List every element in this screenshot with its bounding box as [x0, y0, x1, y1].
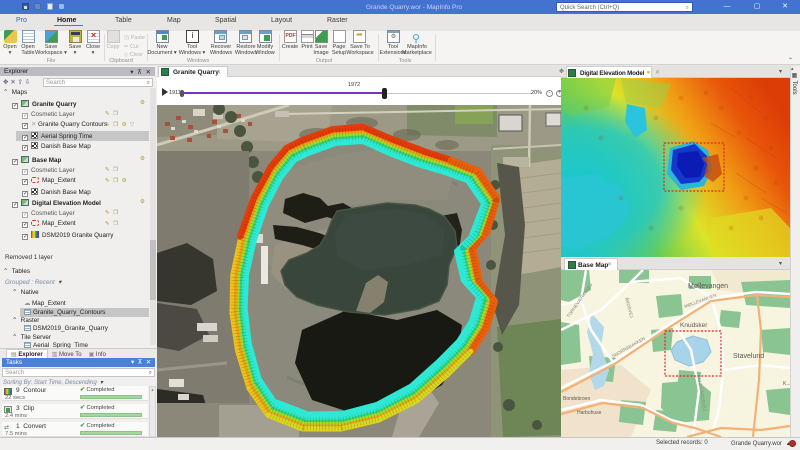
svg-text:Stavelund: Stavelund: [733, 353, 764, 360]
svg-text:Møllevangen: Møllevangen: [688, 283, 728, 290]
svg-text:Bondebroen: Bondebroen: [563, 396, 590, 402]
svg-text:Knudsker: Knudsker: [680, 322, 708, 329]
svg-text:Harbohuse: Harbohuse: [577, 410, 602, 416]
svg-text:K...: K...: [783, 381, 790, 387]
